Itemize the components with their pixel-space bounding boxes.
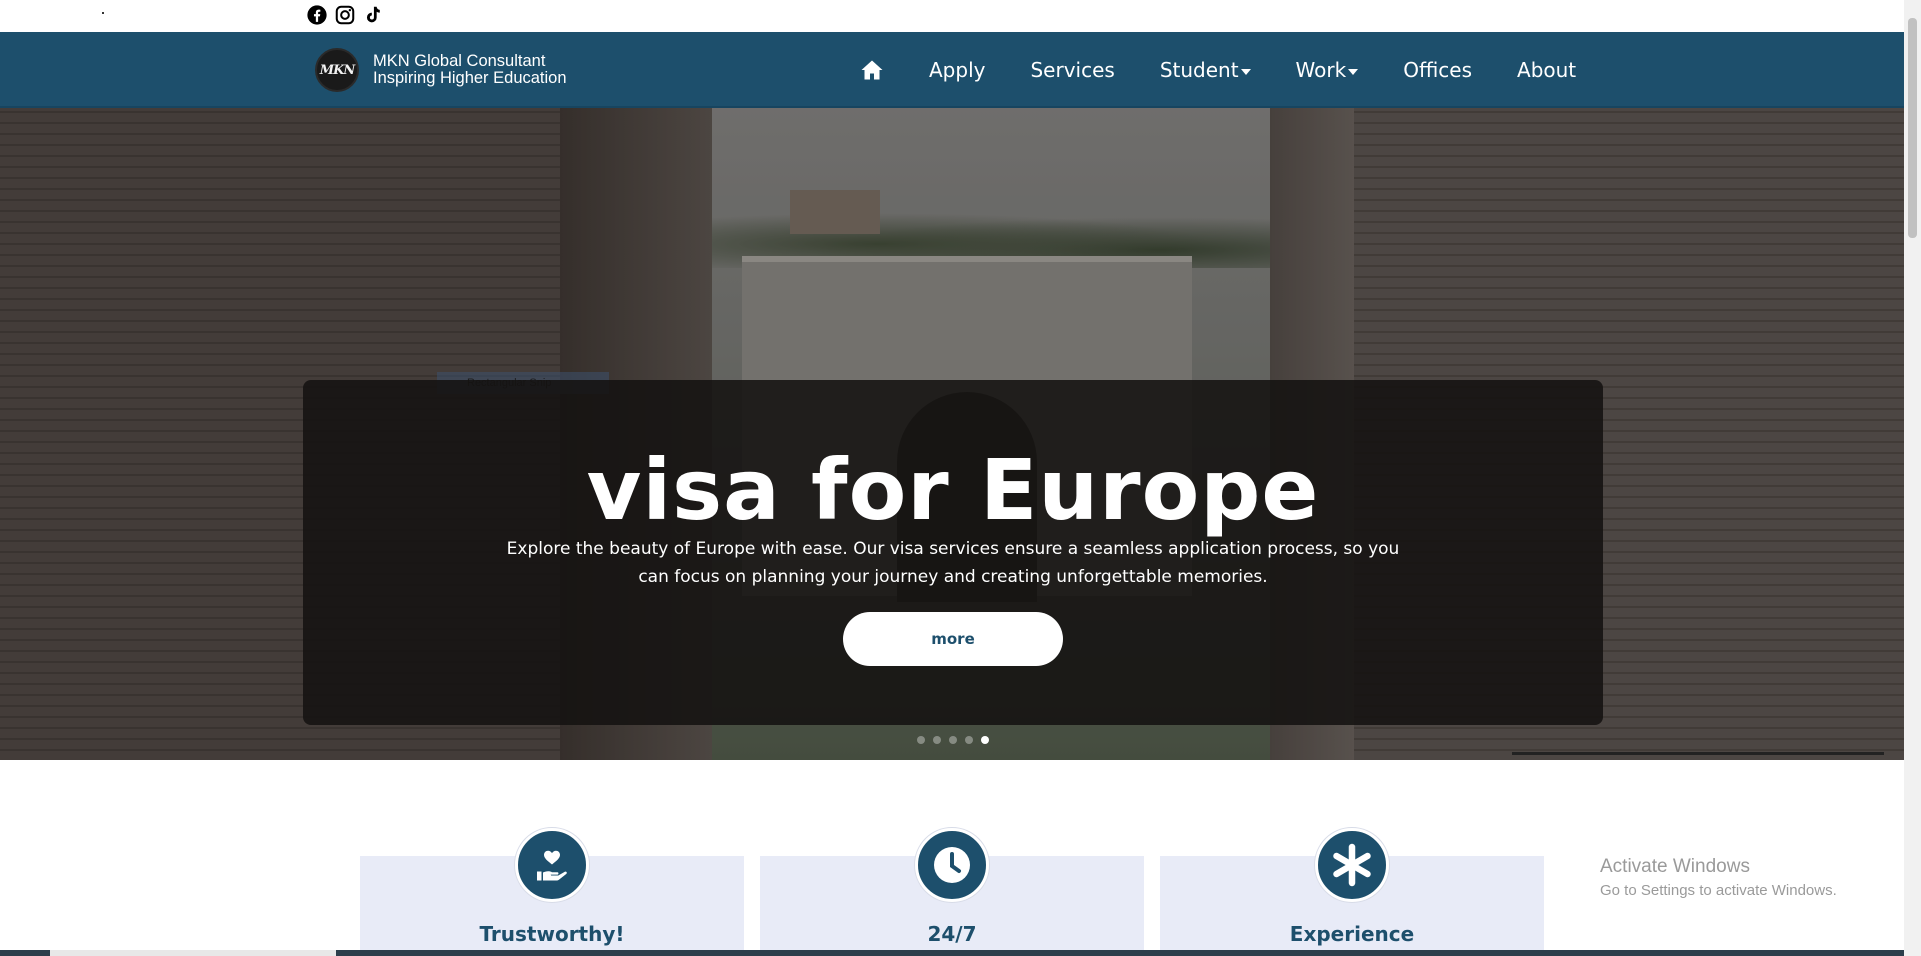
heart-hand-icon <box>515 828 589 902</box>
tiktok-icon[interactable] <box>362 4 384 26</box>
social-bar <box>0 0 1904 32</box>
nav-about-label: About <box>1517 58 1577 82</box>
chevron-down-icon <box>1240 68 1251 75</box>
watermark-line2: Go to Settings to activate Windows. <box>1600 882 1837 899</box>
facebook-icon[interactable] <box>306 4 328 26</box>
slider-dot[interactable] <box>965 736 973 744</box>
nav-student-label: Student <box>1159 58 1239 82</box>
windows-activation-watermark: Activate Windows Go to Settings to activ… <box>1600 856 1837 899</box>
feature-card-trustworthy: Trustworthy! <box>360 828 744 956</box>
nav-work-label: Work <box>1295 58 1347 82</box>
logo: MKN <box>315 48 359 92</box>
nav-offices[interactable]: Offices <box>1403 58 1472 82</box>
brand-name: MKN Global Consultant <box>373 52 546 70</box>
clock-icon <box>915 828 989 902</box>
watermark-line1: Activate Windows <box>1600 856 1750 877</box>
taskbar-strip <box>0 950 1904 956</box>
feature-card-experience: Experience <box>1160 828 1544 956</box>
nav-apply[interactable]: Apply <box>929 58 985 82</box>
brand-text: MKN Global Consultant Inspiring Higher E… <box>373 53 567 87</box>
brand-tagline: Inspiring Higher Education <box>373 69 567 87</box>
decorative-dot <box>102 12 104 14</box>
nav-services-label: Services <box>1030 58 1115 82</box>
nav-home[interactable] <box>860 58 884 82</box>
nav-work[interactable]: Work <box>1296 58 1359 82</box>
slider-dot[interactable] <box>917 736 925 744</box>
vertical-scrollbar[interactable] <box>1904 0 1921 956</box>
feature-title: Experience <box>1289 922 1415 946</box>
home-icon <box>861 60 883 80</box>
more-button[interactable]: more <box>843 612 1063 666</box>
asterisk-icon <box>1315 828 1389 902</box>
nav-apply-label: Apply <box>929 58 986 82</box>
slider-dot-active[interactable] <box>981 736 989 744</box>
feature-title: 24/7 <box>927 922 977 946</box>
hero-caption: visa for Europe Explore the beauty of Eu… <box>303 380 1603 725</box>
social-links <box>306 4 384 26</box>
features-section: Trustworthy! 24/7 Experience <box>360 828 1545 956</box>
slider-dot[interactable] <box>949 736 957 744</box>
slider-dots <box>917 736 989 744</box>
nav-services[interactable]: Services <box>1030 58 1114 82</box>
main-nav: Apply Services Student Work Offices Abou… <box>860 32 1621 108</box>
feature-title: Trustworthy! <box>479 922 625 946</box>
nav-offices-label: Offices <box>1403 58 1473 82</box>
hero-description: Explore the beauty of Europe with ease. … <box>506 539 1400 587</box>
hero-title: visa for Europe <box>586 441 1320 539</box>
taskbar-segment <box>50 950 336 956</box>
scrollbar-thumb[interactable] <box>1908 18 1917 238</box>
chevron-down-icon <box>1348 68 1359 75</box>
slider-progress-bar <box>1512 752 1884 755</box>
nav-student[interactable]: Student <box>1160 58 1251 82</box>
slider-dot[interactable] <box>933 736 941 744</box>
nav-about[interactable]: About <box>1517 58 1576 82</box>
feature-card-24-7: 24/7 <box>760 828 1144 956</box>
instagram-icon[interactable] <box>334 4 356 26</box>
brand[interactable]: MKN MKN Global Consultant Inspiring High… <box>315 48 567 92</box>
logo-text: MKN <box>319 62 356 78</box>
navbar: MKN MKN Global Consultant Inspiring High… <box>0 32 1904 108</box>
